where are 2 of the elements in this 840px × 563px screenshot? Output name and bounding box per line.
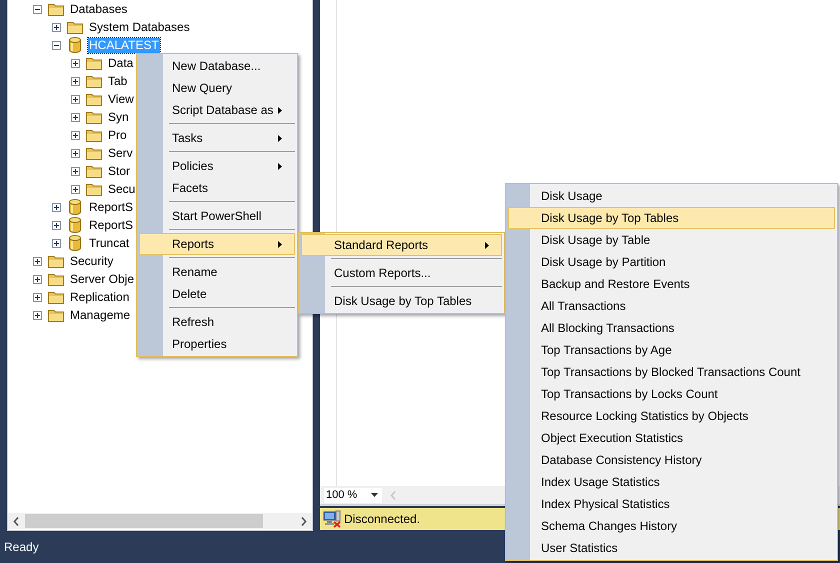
connection-status-text: Disconnected. [344, 512, 420, 526]
status-text: Ready [4, 540, 39, 554]
